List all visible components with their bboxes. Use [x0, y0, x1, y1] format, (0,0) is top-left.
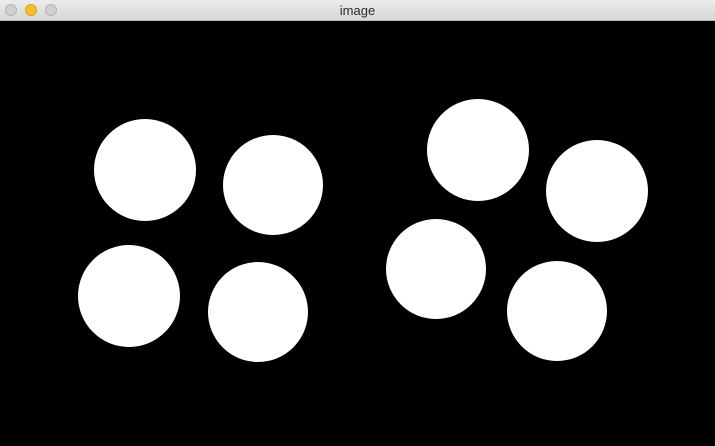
image-display	[0, 21, 715, 446]
white-circle	[223, 135, 323, 235]
white-circle	[94, 119, 196, 221]
white-circle	[386, 219, 486, 319]
image-window: image	[0, 0, 715, 446]
image-canvas	[0, 21, 715, 446]
window-title: image	[339, 3, 376, 18]
white-circle	[507, 261, 607, 361]
white-circle	[546, 140, 648, 242]
white-circle	[208, 262, 308, 362]
close-icon[interactable]	[5, 4, 17, 16]
white-circle	[427, 99, 529, 201]
minimize-icon[interactable]	[25, 4, 37, 16]
white-circle	[78, 245, 180, 347]
title-bar[interactable]: image	[0, 0, 715, 21]
zoom-icon[interactable]	[45, 4, 57, 16]
